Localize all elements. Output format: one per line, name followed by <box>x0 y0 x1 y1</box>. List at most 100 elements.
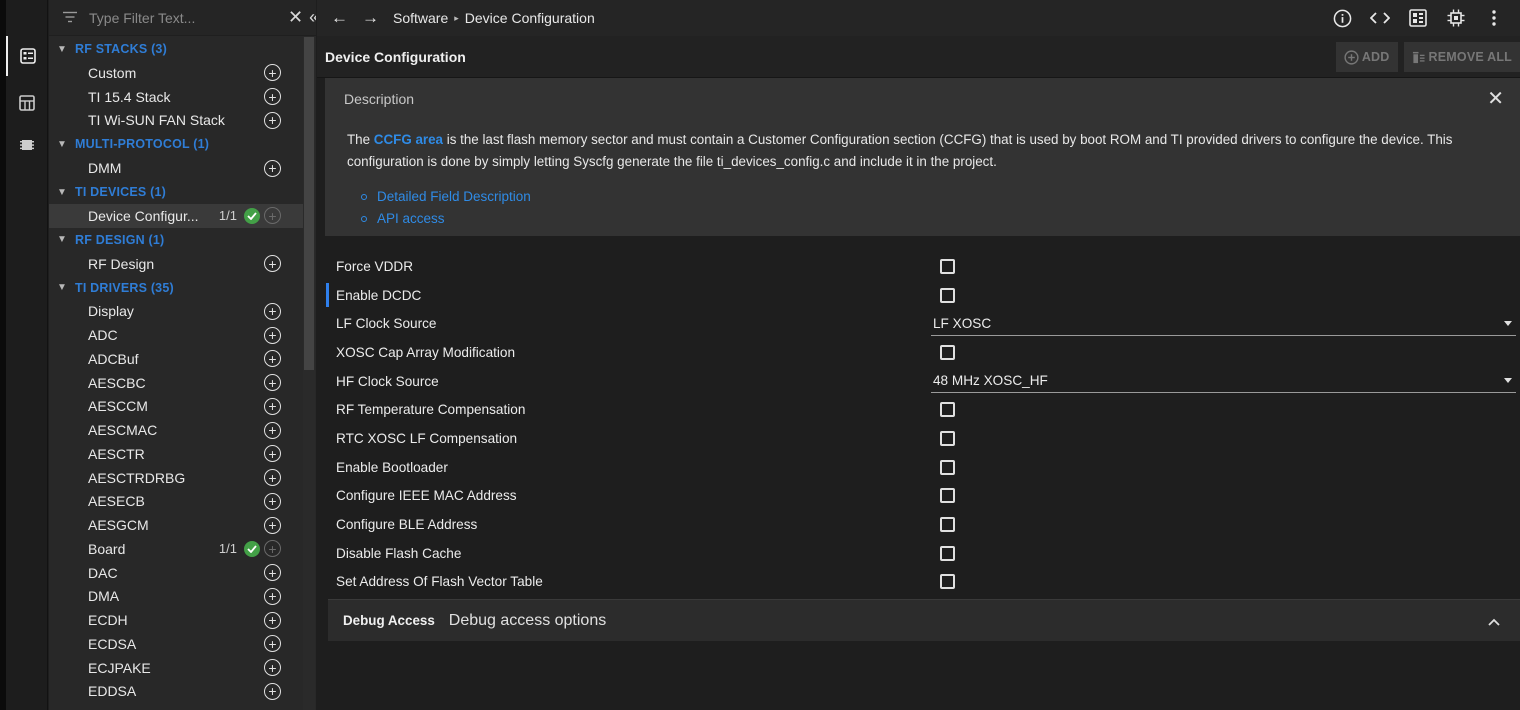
chevron-up-icon[interactable] <box>1488 613 1500 629</box>
sidebar-item-eddsa[interactable]: EDDSA + <box>49 680 303 704</box>
add-module-icon[interactable]: + <box>264 350 281 368</box>
add-module-icon[interactable]: + <box>264 397 281 415</box>
add-module-icon[interactable]: + <box>264 445 281 463</box>
add-module-icon[interactable]: + <box>264 302 281 320</box>
delete-icon <box>1412 51 1425 63</box>
add-module-icon[interactable]: + <box>264 469 281 487</box>
code-icon[interactable] <box>1370 8 1390 28</box>
flash-vector-table-checkbox[interactable] <box>940 574 955 590</box>
config-options: Force VDDR Enable DCDC LF Clock Source LF… <box>317 252 1520 596</box>
option-enable-bootloader: Enable Bootloader <box>317 453 1520 482</box>
sidebar-item-ecdsa[interactable]: ECDSA + <box>49 632 303 656</box>
add-module-icon[interactable]: + <box>264 374 281 392</box>
sidebar-item-ti-wi-sun-fan-stack[interactable]: TI Wi-SUN FAN Stack + <box>49 109 303 133</box>
add-module-icon[interactable]: + <box>264 587 281 605</box>
sidebar-item-dmm[interactable]: DMM + <box>49 156 303 180</box>
collapse-sidebar-button[interactable]: « <box>309 7 316 28</box>
add-module-icon[interactable]: + <box>264 255 281 273</box>
add-module-icon[interactable]: + <box>264 564 281 582</box>
force-vddr-checkbox[interactable] <box>940 258 955 274</box>
add-module-icon[interactable]: + <box>264 88 281 106</box>
sidebar-item-aesccm[interactable]: AESCCM + <box>49 395 303 419</box>
disable-flash-cache-checkbox[interactable] <box>940 545 955 561</box>
rf-temperature-compensation-checkbox[interactable] <box>940 402 955 418</box>
add-module-icon[interactable]: + <box>264 611 281 629</box>
sidebar-item-custom[interactable]: Custom + <box>49 61 303 85</box>
add-module-icon[interactable]: + <box>264 111 281 129</box>
enable-dcdc-checkbox[interactable] <box>940 287 955 303</box>
option-flash-vector-table: Set Address Of Flash Vector Table <box>317 568 1520 597</box>
enable-bootloader-checkbox[interactable] <box>940 459 955 475</box>
more-vertical-icon[interactable] <box>1484 8 1504 28</box>
clear-filter-button[interactable]: ✕ <box>288 7 303 28</box>
chip-icon[interactable] <box>1446 8 1466 28</box>
breadcrumb-software[interactable]: Software <box>393 10 448 26</box>
sidebar-item-ti-15-4-stack[interactable]: TI 15.4 Stack + <box>49 85 303 109</box>
sidebar-item-adc[interactable]: ADC + <box>49 323 303 347</box>
rtc-xosc-lf-compensation-checkbox[interactable] <box>940 430 955 446</box>
add-button[interactable]: ADD <box>1335 42 1398 72</box>
sidebar-item-ecjpake[interactable]: ECJPAKE + <box>49 656 303 680</box>
configure-ieee-mac-checkbox[interactable] <box>940 488 955 504</box>
add-circle-icon <box>1344 49 1359 65</box>
description-title: Description <box>344 91 415 107</box>
remove-all-button[interactable]: REMOVE ALL <box>1403 42 1520 72</box>
breadcrumb: Software ▸ Device Configuration <box>393 10 595 26</box>
filter-input[interactable] <box>89 9 249 26</box>
instance-count: 1/1 <box>218 208 237 224</box>
api-access-link[interactable]: API access <box>361 208 531 230</box>
category-rf-design[interactable]: ▼ RF DESIGN (1) <box>49 228 303 252</box>
sidebar-item-aesctrdrbg[interactable]: AESCTRDRBG + <box>49 466 303 490</box>
hf-clock-source-select[interactable]: 48 MHz XOSC_HF <box>931 369 1516 394</box>
ccfg-area-link[interactable]: CCFG area <box>374 132 443 147</box>
add-module-icon[interactable]: + <box>264 682 281 700</box>
instance-count: 1/1 <box>218 541 237 557</box>
board-view-icon[interactable] <box>6 83 48 123</box>
chevron-down-icon: ▼ <box>57 43 68 55</box>
scrollbar-thumb[interactable] <box>304 37 314 370</box>
sidebar-item-aescmac[interactable]: AESCMAC + <box>49 418 303 442</box>
category-ti-devices[interactable]: ▼ TI DEVICES (1) <box>49 180 303 204</box>
add-module-icon: + <box>264 540 281 558</box>
detailed-field-description-link[interactable]: Detailed Field Description <box>361 186 531 208</box>
sidebar-scrollbar[interactable] <box>303 37 315 710</box>
lf-clock-source-select[interactable]: LF XOSC <box>931 312 1516 336</box>
add-module-icon[interactable]: + <box>264 159 281 177</box>
category-multi-protocol[interactable]: ▼ MULTI-PROTOCOL (1) <box>49 132 303 156</box>
sidebar-item-aescbc[interactable]: AESCBC + <box>49 371 303 395</box>
sidebar-item-display[interactable]: Display + <box>49 300 303 324</box>
category-ti-drivers[interactable]: ▼ TI DRIVERS (35) <box>49 276 303 300</box>
sidebar-item-rf-design[interactable]: RF Design + <box>49 252 303 276</box>
sidebar-item-dma[interactable]: DMA + <box>49 585 303 609</box>
sidebar-item-dac[interactable]: DAC + <box>49 561 303 585</box>
sidebar-item-aesgcm[interactable]: AESGCM + <box>49 513 303 537</box>
sidebar-item-aesctr[interactable]: AESCTR + <box>49 442 303 466</box>
add-module-icon[interactable]: + <box>264 492 281 510</box>
sidebar-item-device-configuration[interactable]: Device Configur... 1/1 + <box>49 204 303 228</box>
configure-ble-address-checkbox[interactable] <box>940 517 955 533</box>
forward-arrow-icon[interactable]: → <box>362 8 379 28</box>
category-rf-stacks[interactable]: ▼ RF STACKS (3) <box>49 37 303 61</box>
sidebar-item-adcbuf[interactable]: ADCBuf + <box>49 347 303 371</box>
sidebar-item-aesecb[interactable]: AESECB + <box>49 490 303 514</box>
add-module-icon[interactable]: + <box>264 64 281 82</box>
sidebar-item-ecdh[interactable]: ECDH + <box>49 608 303 632</box>
add-module-icon[interactable]: + <box>264 326 281 344</box>
option-rf-temperature-compensation: RF Temperature Compensation <box>317 395 1520 424</box>
option-configure-ieee-mac: Configure IEEE MAC Address <box>317 482 1520 511</box>
close-icon[interactable]: ✕ <box>1487 86 1504 111</box>
xosc-cap-array-checkbox[interactable] <box>940 344 955 360</box>
memory-view-icon[interactable] <box>6 125 48 165</box>
navigation-bar: ← → Software ▸ Device Configuration <box>317 0 1520 36</box>
sidebar-item-board[interactable]: Board 1/1 + <box>49 537 303 561</box>
add-module-icon[interactable]: + <box>264 516 281 534</box>
configuration-view-icon[interactable] <box>6 36 48 76</box>
add-module-icon[interactable]: + <box>264 659 281 677</box>
debug-access-section[interactable]: Debug Access Debug access options <box>328 599 1520 641</box>
back-arrow-icon[interactable]: ← <box>331 8 348 28</box>
add-module-icon[interactable]: + <box>264 635 281 653</box>
board-view-icon[interactable] <box>1408 8 1428 28</box>
add-module-icon[interactable]: + <box>264 421 281 439</box>
info-icon[interactable] <box>1332 8 1352 28</box>
breadcrumb-device-configuration[interactable]: Device Configuration <box>465 10 595 26</box>
